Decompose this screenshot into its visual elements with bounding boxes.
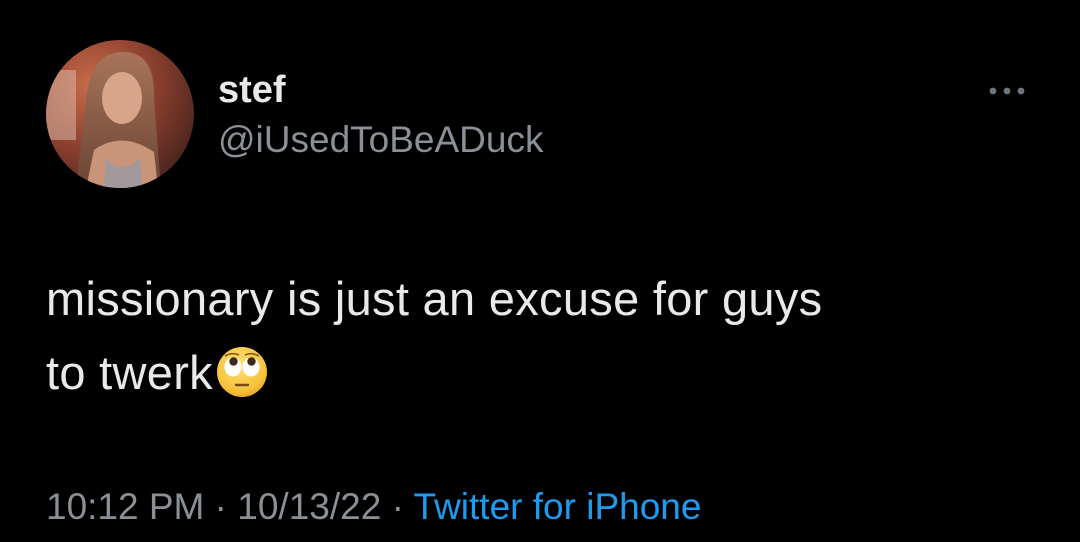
- more-options-button[interactable]: [978, 78, 1036, 104]
- tweet-source-link[interactable]: Twitter for iPhone: [414, 486, 702, 527]
- tweet-date[interactable]: 10/13/22: [237, 486, 381, 527]
- tweet-text: missionary is just an excuse for guys to…: [46, 262, 1056, 420]
- tweet-meta: 10:12 PM · 10/13/22 · Twitter for iPhone: [46, 484, 701, 530]
- author-display-name[interactable]: stef: [218, 68, 286, 112]
- more-horizontal-icon: [989, 87, 1025, 95]
- rolling-eyes-emoji-icon: [215, 345, 269, 420]
- avatar[interactable]: [46, 40, 194, 188]
- tweet-card: stef @iUsedToBeADuck missionary is just …: [0, 0, 1080, 542]
- tweet-text-line-1: missionary is just an excuse for guys: [46, 272, 823, 325]
- tweet-text-line-2: to twerk: [46, 336, 1056, 420]
- author-handle[interactable]: @iUsedToBeADuck: [218, 118, 543, 162]
- meta-separator: ·: [391, 486, 404, 527]
- meta-separator: ·: [214, 486, 227, 527]
- tweet-time[interactable]: 10:12 PM: [46, 486, 204, 527]
- tweet-text-line-2-words: to twerk: [46, 346, 213, 399]
